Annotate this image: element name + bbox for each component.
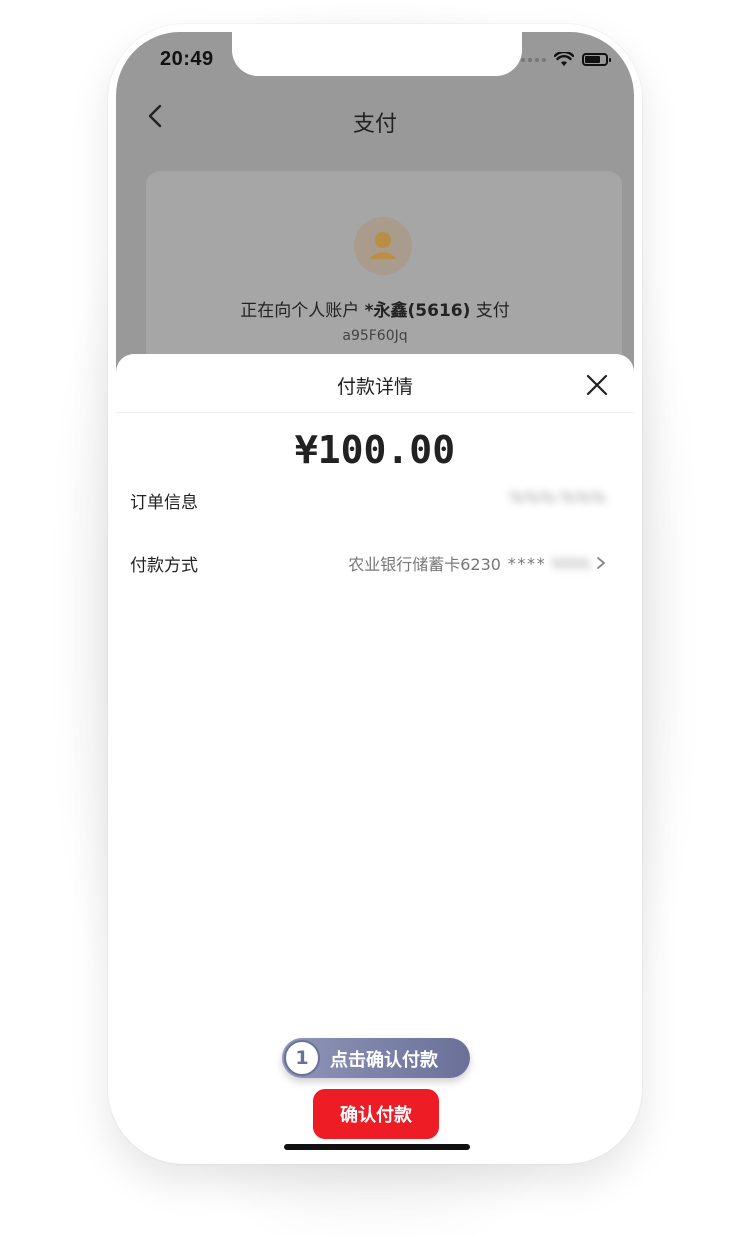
chevron-right-icon	[597, 557, 605, 569]
home-indicator	[284, 1144, 470, 1150]
payee-account-id: a95F60Jq	[342, 328, 408, 344]
payee-avatar	[354, 217, 412, 275]
payee-suffix: 支付	[475, 301, 510, 321]
step-hint-pill: 1 点击确认付款	[282, 1038, 470, 1078]
battery-icon	[582, 53, 611, 66]
step-hint-text: 点击确认付款	[330, 1050, 438, 1071]
status-icons	[521, 52, 611, 67]
divider	[116, 412, 634, 413]
payment-method-row[interactable]: 付款方式 农业银行储蓄卡6230 **** %%%%	[130, 547, 606, 577]
notch	[232, 32, 522, 76]
payee-info: 正在向个人账户 *永鑫(5616) 支付	[116, 296, 634, 321]
page-title: 支付	[352, 112, 397, 137]
status-time: 20:49	[160, 48, 214, 70]
phone-screen: 20:49 支付 正在向个人账户 *永鑫(5616) 支付 a95F60Jq 付…	[116, 32, 634, 1156]
payee-prefix: 正在向个人账户	[240, 301, 360, 321]
payee-name: *永鑫(5616)	[364, 301, 471, 321]
order-info-row: 订单信息 %%%-%%%	[130, 484, 606, 514]
payment-method-value[interactable]: 农业银行储蓄卡6230 **** %%%%	[348, 551, 606, 575]
payment-details-sheet: 付款详情 ¥100.00 订单信息 %%%-%%% 付款方式 农业银行储蓄卡62…	[116, 354, 634, 1156]
order-info-value: %%%-%%%	[509, 488, 606, 507]
card-tail: %%%%	[551, 553, 590, 573]
sheet-title: 付款详情	[336, 376, 413, 398]
cellular-signal-icon	[521, 57, 546, 62]
confirm-payment-button[interactable]: 确认付款	[313, 1089, 439, 1139]
payment-amount: ¥100.00	[294, 428, 456, 472]
step-number: 1	[284, 1040, 320, 1076]
phone-frame: 20:49 支付 正在向个人账户 *永鑫(5616) 支付 a95F60Jq 付…	[108, 24, 642, 1164]
card-mask: ****	[506, 553, 546, 573]
wifi-icon	[554, 52, 574, 66]
bank-card-name: 农业银行储蓄卡6230	[348, 555, 501, 574]
close-icon[interactable]	[586, 374, 608, 396]
order-info-text: %%%-%%%	[509, 488, 606, 507]
order-info-label: 订单信息	[130, 493, 198, 513]
stage: 20:49 支付 正在向个人账户 *永鑫(5616) 支付 a95F60Jq 付…	[0, 0, 750, 1236]
payment-method-label: 付款方式	[130, 556, 198, 576]
user-icon	[369, 232, 397, 259]
